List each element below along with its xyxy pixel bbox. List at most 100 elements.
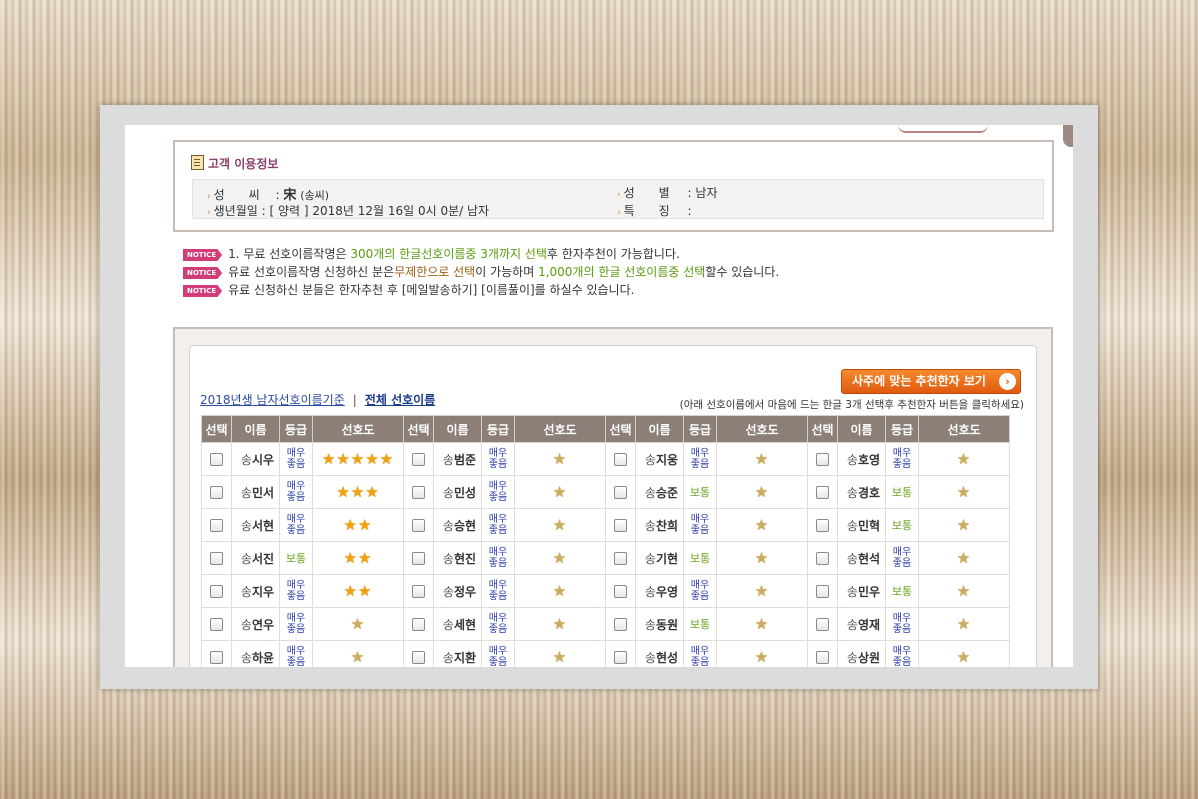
name-cell: 송승준 [635,475,684,509]
name-checkbox[interactable] [412,618,425,631]
select-cell [201,475,232,509]
surname-value: (송씨) [300,189,330,202]
grade-label: 매우좋음 [286,514,306,536]
grade-cell: 매우좋음 [279,508,313,542]
given-name-text: 서진 [251,551,275,566]
name-checkbox[interactable] [614,519,627,532]
given-name-text: 경호 [857,485,881,500]
name-cell: 송하윤 [231,640,280,667]
name-checkbox[interactable] [412,552,425,565]
basis-link[interactable]: 2018년생 남자선호이름기준 [200,393,345,407]
name-cell: 송정우 [433,574,482,608]
name-checkbox[interactable] [614,486,627,499]
name-checkbox[interactable] [816,519,829,532]
star-rating-icon: ★ [956,516,972,534]
name-checkbox[interactable] [614,585,627,598]
name-cell: 송현성 [635,640,684,667]
notice-line-1: NOTICE 1. 무료 선호이름작명은 300개의 한글선호이름중 3개까지 선… [183,245,680,262]
grade-cell: 매우좋음 [279,640,313,667]
star-rating-icon: ★ [956,450,972,468]
clipboard-icon [191,155,204,170]
star-rating-icon: ★ [350,648,366,666]
name-checkbox[interactable] [412,651,425,664]
name-checkbox[interactable] [816,453,829,466]
name-checkbox[interactable] [412,519,425,532]
given-name-text: 현석 [857,551,881,566]
gender-row: › 성 별 : 남자 [617,186,718,200]
preference-cell: ★ [918,508,1010,542]
name-checkbox[interactable] [210,453,223,466]
surname-text: 송 [240,650,252,665]
name-checkbox[interactable] [412,453,425,466]
grade-label: 보통 [689,552,711,565]
header-name: 이름 [837,415,886,443]
grade-cell: 매우좋음 [481,541,515,575]
select-cell [605,574,636,608]
header-name: 이름 [433,415,482,443]
given-name-text: 하윤 [251,650,275,665]
star-rating-icon: ★ [552,549,568,567]
select-cell [201,607,232,641]
name-checkbox[interactable] [816,585,829,598]
all-names-link[interactable]: 전체 선호이름 [365,393,435,407]
grade-label: 매우좋음 [286,580,306,602]
given-name-text: 기현 [655,551,679,566]
name-cell: 송우영 [635,574,684,608]
preference-cell: ★ [918,607,1010,641]
table-row: 송연우 매우좋음 ★ 송세현 매우좋음 ★ 송동원 보통 ★ 송영재 매우좋음 ★ [201,607,1010,641]
preference-cell: ★★ [312,574,404,608]
recommend-hanja-button[interactable]: 사주에 맞는 추천한자 보기 › [841,369,1021,394]
preference-cell: ★ [514,607,606,641]
surname-text: 송 [644,551,656,566]
header-select: 선택 [807,415,838,443]
grade-label: 매우좋음 [690,448,710,470]
given-name-text: 승준 [655,485,679,500]
given-name-text: 영재 [857,617,881,632]
filter-links: 2018년생 남자선호이름기준 | 전체 선호이름 [200,391,435,408]
notice-badge: NOTICE [183,249,223,261]
grade-cell: 보통 [683,541,717,575]
name-checkbox[interactable] [210,618,223,631]
name-checkbox[interactable] [614,618,627,631]
customer-info-panel: › 성 씨 : 宋 (송씨) › 생년월일 : [ 양력 ] 2018년 12월 1… [192,179,1044,219]
select-cell [807,574,838,608]
birth-row: › 생년월일 : [ 양력 ] 2018년 12월 16일 0시 0분/ 남자 [207,204,490,218]
name-checkbox[interactable] [210,552,223,565]
name-checkbox[interactable] [614,651,627,664]
preference-cell: ★ [312,607,404,641]
name-checkbox[interactable] [816,552,829,565]
given-name-text: 호영 [857,452,881,467]
name-checkbox[interactable] [412,486,425,499]
star-rating-icon: ★ [552,582,568,600]
preference-cell: ★ [514,541,606,575]
surname-text: 송 [644,617,656,632]
star-rating-icon: ★ [552,516,568,534]
header-select: 선택 [605,415,636,443]
grade-cell: 매우좋음 [481,607,515,641]
surname-text: 송 [442,584,454,599]
name-list-inner: 사주에 맞는 추천한자 보기 › 2018년생 남자선호이름기준 | 전체 선호이름… [189,345,1037,667]
name-checkbox[interactable] [210,486,223,499]
given-name-text: 시우 [251,452,275,467]
arrow-icon: › [617,208,621,218]
surname-label: 성 씨 [213,188,260,202]
grade-label: 매우좋음 [488,481,508,503]
select-cell [201,541,232,575]
surname-text: 송 [442,518,454,533]
name-checkbox[interactable] [816,651,829,664]
name-checkbox[interactable] [210,651,223,664]
preference-cell: ★ [514,574,606,608]
name-checkbox[interactable] [816,618,829,631]
star-rating-icon: ★ [552,648,568,666]
name-checkbox[interactable] [614,552,627,565]
name-cell: 송연우 [231,607,280,641]
name-checkbox[interactable] [412,585,425,598]
name-cell: 송지우 [231,574,280,608]
surname-text: 송 [846,452,858,467]
name-checkbox[interactable] [210,585,223,598]
name-checkbox[interactable] [614,453,627,466]
select-cell [605,442,636,476]
name-checkbox[interactable] [816,486,829,499]
name-checkbox[interactable] [210,519,223,532]
chevron-right-icon: › [999,373,1016,390]
